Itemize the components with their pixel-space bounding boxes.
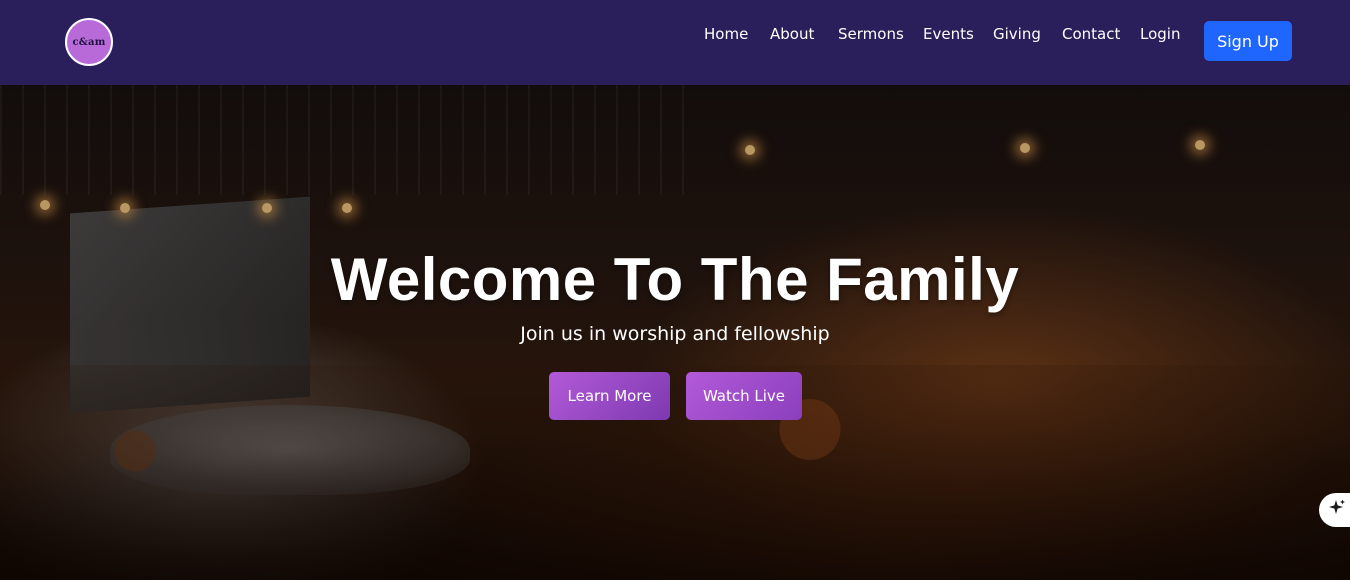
nav-link-home[interactable]: Home	[704, 22, 748, 46]
hero-subtitle: Join us in worship and fellowship	[520, 323, 830, 345]
logo-text: c&am	[72, 36, 106, 48]
learn-more-button[interactable]: Learn More	[549, 372, 670, 420]
nav-link-sermons[interactable]: Sermons	[838, 22, 904, 46]
sparkle-button[interactable]	[1319, 493, 1350, 527]
nav-link-about[interactable]: About	[770, 22, 814, 46]
hero-section: Welcome To The Family Join us in worship…	[0, 85, 1350, 580]
watch-live-button[interactable]: Watch Live	[686, 372, 802, 420]
hero-title: Welcome To The Family	[330, 246, 1020, 313]
sign-up-button[interactable]: Sign Up	[1204, 21, 1292, 61]
church-logo[interactable]: c&am	[65, 18, 113, 66]
nav-link-contact[interactable]: Contact	[1062, 22, 1120, 46]
sparkle-icon	[1327, 498, 1347, 522]
nav-link-events[interactable]: Events	[923, 22, 974, 46]
nav-link-giving[interactable]: Giving	[993, 22, 1041, 46]
navbar: c&am Home About Sermons Events Giving Co…	[0, 0, 1350, 85]
nav-link-login[interactable]: Login	[1140, 22, 1180, 46]
